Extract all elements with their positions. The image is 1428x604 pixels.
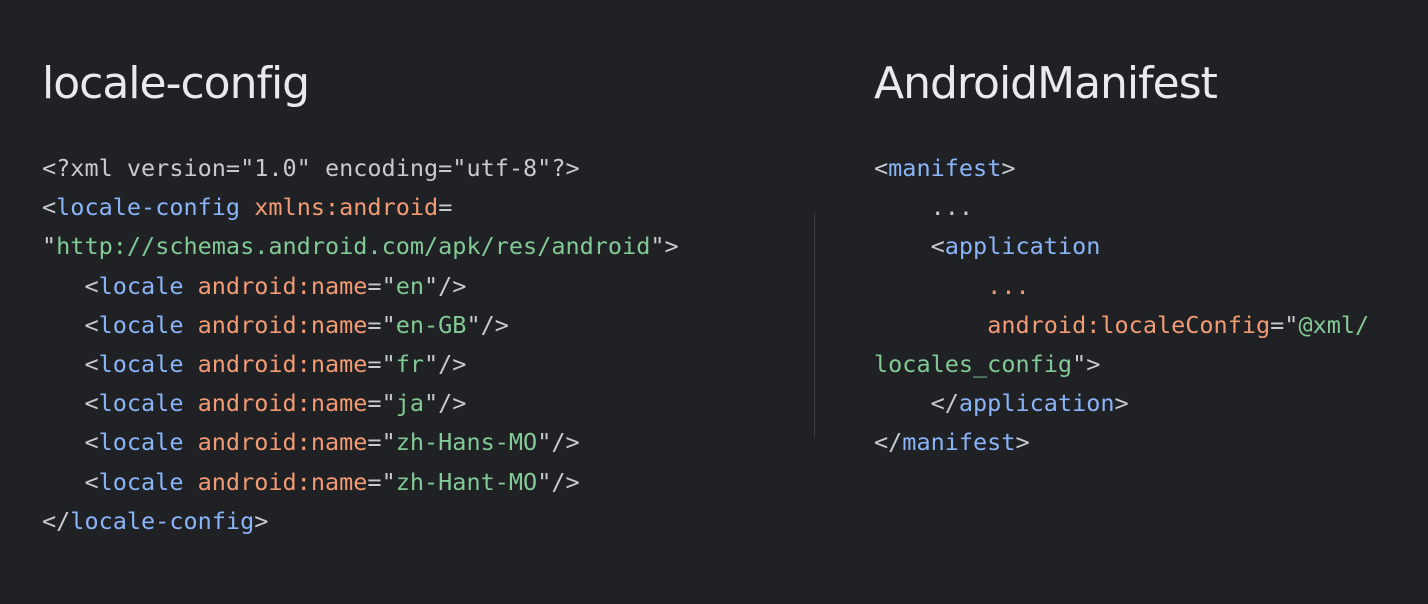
code-line: <manifest>: [874, 149, 1369, 188]
code-token-punctuation: >: [1114, 389, 1129, 418]
code-token-punctuation: <: [42, 467, 99, 496]
code-token-punctuation: "/>: [537, 428, 580, 457]
code-token-attribute: android:name: [197, 467, 368, 496]
code-token-tag: manifest: [902, 428, 1016, 457]
code-token-punctuation: =": [367, 467, 396, 496]
code-token-punctuation: <: [42, 310, 99, 339]
code-token-punctuation: "/>: [466, 310, 509, 339]
code-token-punctuation: [183, 350, 197, 378]
code-token-punctuation: [240, 193, 254, 221]
code-token-attribute: android:name: [197, 389, 368, 418]
code-token-punctuation: "/>: [424, 271, 467, 300]
code-token-tag: locale: [98, 389, 184, 418]
android-manifest-title: AndroidManifest: [874, 58, 1218, 109]
code-token-tag: locale-config: [56, 193, 241, 222]
code-token-attribute: android:name: [197, 271, 368, 300]
code-line: ...: [874, 188, 1369, 227]
code-line: <locale android:name="en-GB"/>: [42, 306, 679, 345]
code-token-punctuation: [183, 272, 197, 300]
panel-divider: [814, 213, 815, 437]
code-token-string: @xml/: [1298, 310, 1370, 339]
code-token-punctuation: =": [367, 428, 396, 457]
code-token-punctuation: <: [42, 428, 99, 457]
code-token-string: http://schemas.android.com/apk/res/andro…: [56, 232, 651, 261]
code-token-punctuation: ...: [874, 193, 974, 222]
code-token-punctuation: =": [367, 389, 396, 418]
code-token-tag: locale-config: [70, 506, 255, 535]
code-token-tag: locale: [98, 349, 184, 378]
code-line: <locale android:name="zh-Hans-MO"/>: [42, 423, 679, 462]
code-line: <locale android:name="en"/>: [42, 267, 679, 306]
code-token-punctuation: =": [367, 310, 396, 339]
code-token-punctuation: ">: [1072, 349, 1101, 378]
code-token-punctuation: <: [42, 271, 99, 300]
code-line: locales_config">: [874, 345, 1369, 384]
code-token-punctuation: </: [42, 506, 71, 535]
code-token-tag: locale: [98, 310, 184, 339]
code-line: </manifest>: [874, 423, 1369, 462]
code-line: <?xml version="1.0" encoding="utf-8"?>: [42, 149, 679, 188]
code-line: <locale android:name="zh-Hant-MO"/>: [42, 463, 679, 502]
code-token-tag: manifest: [888, 154, 1002, 182]
code-token-punctuation: <: [874, 154, 889, 182]
code-token-attribute: android:localeConfig: [987, 310, 1271, 339]
code-token-string: en: [395, 271, 425, 300]
code-token-punctuation: <: [42, 193, 57, 222]
code-token-tag: application: [958, 389, 1115, 418]
code-token-punctuation: [183, 389, 197, 417]
code-token-punctuation: >: [254, 506, 269, 535]
code-token-punctuation: <?xml version="1.0" encoding="utf-8"?>: [42, 154, 580, 182]
code-token-punctuation: ": [42, 232, 57, 261]
code-token-string: en-GB: [395, 310, 467, 339]
locale-config-title: locale-config: [42, 58, 310, 109]
code-token-punctuation: =: [438, 193, 453, 222]
code-line: </locale-config>: [42, 502, 679, 541]
code-token-string: fr: [395, 349, 425, 378]
code-token-punctuation: [183, 311, 197, 339]
code-token-punctuation: "/>: [537, 467, 580, 496]
code-token-punctuation: >: [1001, 154, 1016, 182]
code-line: <locale android:name="fr"/>: [42, 345, 679, 384]
code-token-string: zh-Hant-MO: [395, 467, 538, 496]
code-token-attribute: android:name: [197, 428, 368, 457]
code-token-punctuation: >: [1015, 428, 1030, 457]
code-token-punctuation: </: [874, 428, 903, 457]
code-token-attribute: ...: [874, 271, 1030, 300]
code-line: <locale android:name="ja"/>: [42, 384, 679, 423]
code-token-string: locales_config: [874, 349, 1073, 378]
code-line: <locale-config xmlns:android=: [42, 188, 679, 227]
code-token-punctuation: [874, 311, 987, 339]
code-token-punctuation: [183, 468, 197, 496]
code-token-punctuation: =": [1270, 310, 1299, 339]
code-token-tag: locale: [98, 467, 184, 496]
code-token-attribute: android:name: [197, 349, 368, 378]
code-token-punctuation: </: [874, 389, 959, 418]
code-token-punctuation: "/>: [424, 389, 467, 418]
code-token-punctuation: "/>: [424, 349, 467, 378]
code-token-tag: locale: [98, 428, 184, 457]
locale-config-code-block: <?xml version="1.0" encoding="utf-8"?> <l…: [42, 149, 679, 541]
code-token-tag: locale: [98, 271, 184, 300]
code-token-string: zh-Hans-MO: [395, 428, 538, 457]
android-manifest-code-block: <manifest> ... <application ... android:…: [874, 149, 1369, 463]
code-token-punctuation: [183, 428, 197, 456]
code-token-punctuation: =": [367, 349, 396, 378]
code-token-attribute: android:name: [197, 310, 368, 339]
code-line: <application: [874, 227, 1369, 266]
code-line: android:localeConfig="@xml/: [874, 306, 1369, 345]
code-line: ...: [874, 267, 1369, 306]
code-token-tag: application: [944, 232, 1101, 261]
code-line: </application>: [874, 384, 1369, 423]
code-line: "http://schemas.android.com/apk/res/andr…: [42, 227, 679, 266]
code-token-attribute: xmlns:android: [254, 193, 439, 222]
code-token-punctuation: ">: [650, 232, 679, 261]
code-token-punctuation: <: [42, 349, 99, 378]
code-token-punctuation: <: [42, 389, 99, 418]
code-token-punctuation: =": [367, 271, 396, 300]
code-token-string: ja: [395, 389, 425, 418]
code-token-punctuation: <: [874, 232, 945, 261]
